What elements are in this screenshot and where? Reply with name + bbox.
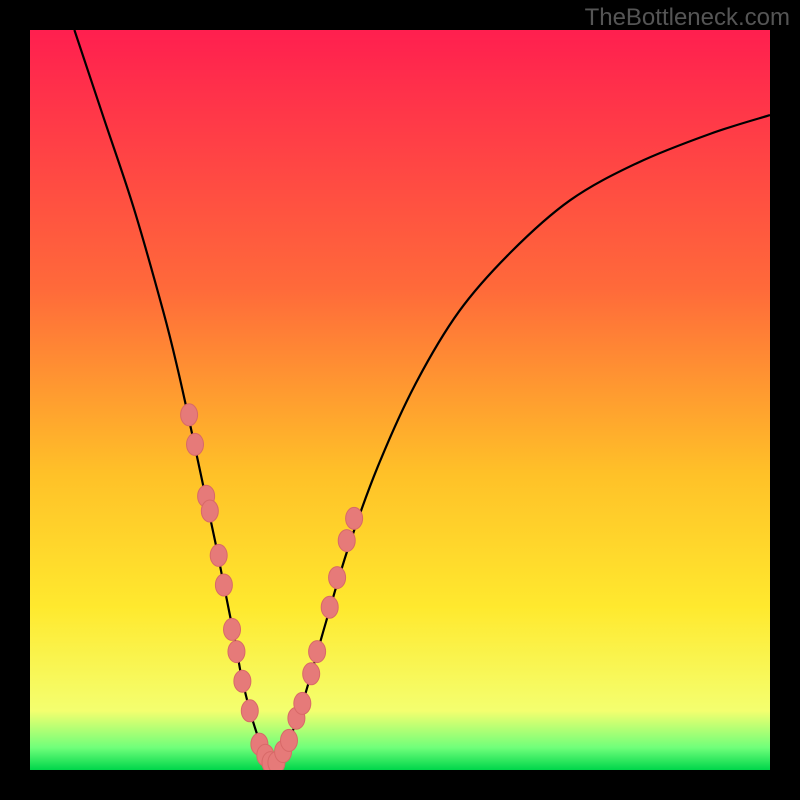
data-point-marker bbox=[215, 574, 232, 596]
data-point-marker bbox=[321, 596, 338, 618]
data-point-marker bbox=[303, 663, 320, 685]
data-point-marker bbox=[294, 692, 311, 714]
data-point-marker bbox=[346, 507, 363, 529]
plot-area bbox=[30, 30, 770, 770]
chart-svg bbox=[30, 30, 770, 770]
marker-cluster bbox=[181, 404, 363, 770]
data-point-marker bbox=[281, 729, 298, 751]
data-point-marker bbox=[338, 530, 355, 552]
data-point-marker bbox=[228, 641, 245, 663]
data-point-marker bbox=[201, 500, 218, 522]
data-point-marker bbox=[309, 641, 326, 663]
data-point-marker bbox=[224, 618, 241, 640]
watermark-text: TheBottleneck.com bbox=[585, 4, 790, 32]
data-point-marker bbox=[187, 433, 204, 455]
data-point-marker bbox=[181, 404, 198, 426]
data-point-marker bbox=[210, 544, 227, 566]
data-point-marker bbox=[234, 670, 251, 692]
data-point-marker bbox=[241, 700, 258, 722]
chart-frame: TheBottleneck.com bbox=[0, 0, 800, 800]
curve-right-branch bbox=[274, 115, 770, 766]
data-point-marker bbox=[329, 567, 346, 589]
